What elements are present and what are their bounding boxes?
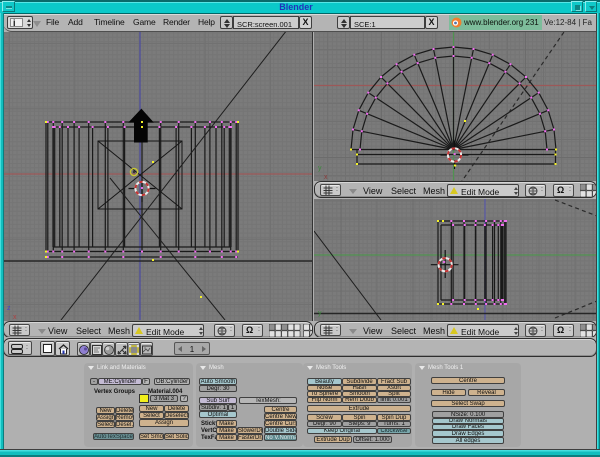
svg-text:y: y <box>318 310 322 317</box>
svg-text:x: x <box>324 174 328 181</box>
svg-text:z: z <box>7 305 11 312</box>
svg-text:y: y <box>318 165 322 172</box>
svg-text:x: x <box>13 314 17 320</box>
